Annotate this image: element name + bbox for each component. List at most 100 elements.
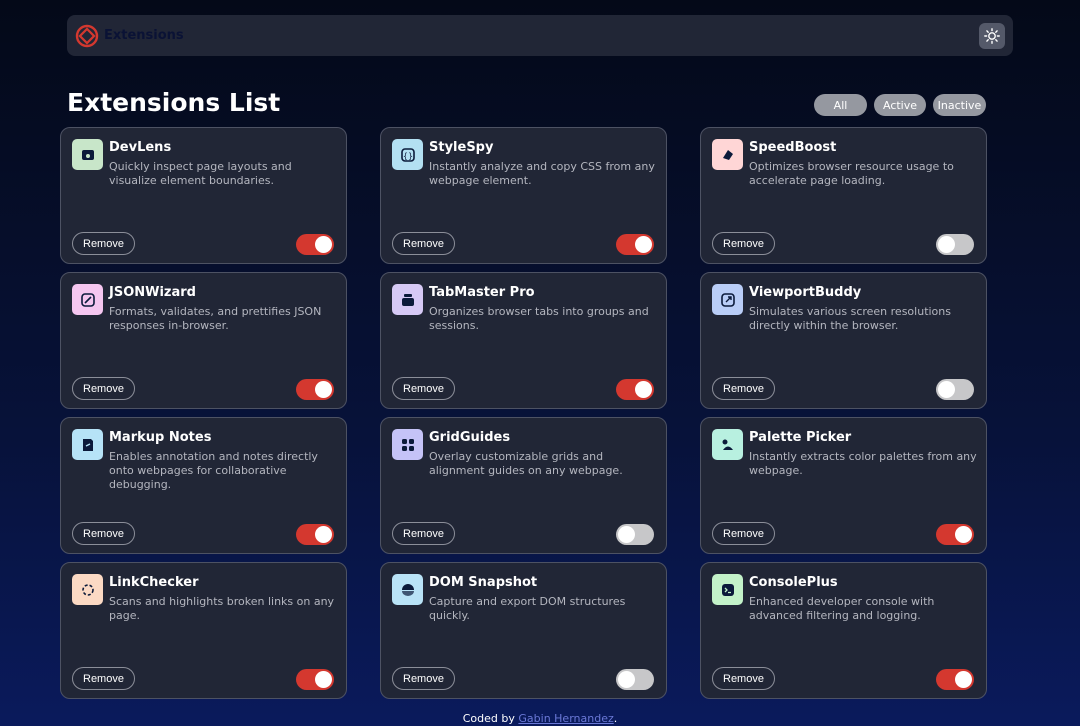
markupnotes-icon [72, 429, 103, 460]
remove-button[interactable]: Remove [712, 667, 775, 690]
consoleplus-icon [712, 574, 743, 605]
extension-description: Optimizes browser resource usage to acce… [749, 160, 954, 187]
domsnapshot-icon [392, 574, 423, 605]
extension-description: Instantly analyze and copy CSS from any … [429, 160, 655, 187]
extension-toggle[interactable] [616, 234, 654, 255]
logo[interactable]: Extensions [75, 24, 184, 48]
toggle-knob [315, 236, 332, 253]
sun-icon [984, 27, 1000, 44]
extension-toggle[interactable] [616, 379, 654, 400]
extension-description: Scans and highlights broken links on any… [109, 595, 335, 622]
remove-button[interactable]: Remove [712, 522, 775, 545]
extension-card: Palette Picker Instantly extracts color … [700, 417, 987, 554]
extension-card: JSONWizard Formats, validates, and prett… [60, 272, 347, 409]
theme-toggle-button[interactable] [979, 22, 1005, 49]
extension-name: Markup Notes [109, 430, 212, 445]
toggle-knob [315, 671, 332, 688]
extension-description: Simulates various screen resolutions dir… [749, 305, 951, 332]
extension-name: DOM Snapshot [429, 575, 538, 590]
extension-description: Quickly inspect page layouts and visuali… [109, 160, 292, 187]
filter-group: All Active Inactive [814, 94, 986, 116]
viewportbuddy-icon [712, 284, 743, 315]
gridguides-icon [392, 429, 423, 460]
extension-toggle[interactable] [296, 234, 334, 255]
extension-description: Organizes browser tabs into groups and s… [429, 305, 649, 332]
footer-prefix: Coded by [462, 712, 515, 725]
filter-all-button[interactable]: All [814, 94, 867, 116]
speedboost-icon [712, 139, 743, 170]
tabmaster-icon [392, 284, 423, 315]
toggle-knob [635, 381, 652, 398]
remove-button[interactable]: Remove [72, 232, 135, 255]
extension-toggle[interactable] [936, 524, 974, 545]
extension-description: Instantly extracts color palettes from a… [749, 450, 977, 477]
page-title: Extensions List [67, 88, 281, 117]
extension-description: Enhanced developer console with advanced… [749, 595, 935, 622]
extension-toggle[interactable] [616, 669, 654, 690]
extension-toggle[interactable] [936, 234, 974, 255]
extension-card: {} StyleSpy Instantly analyze and copy C… [380, 127, 667, 264]
toggle-knob [315, 526, 332, 543]
remove-button[interactable]: Remove [392, 522, 455, 545]
filter-inactive-button[interactable]: Inactive [933, 94, 986, 116]
extension-description: Formats, validates, and prettifies JSON … [109, 305, 322, 332]
remove-button[interactable]: Remove [392, 232, 455, 255]
toggle-knob [938, 236, 955, 253]
logo-text: Extensions [104, 28, 184, 43]
remove-button[interactable]: Remove [712, 232, 775, 255]
extension-name: ViewportBuddy [749, 285, 862, 300]
extension-name: JSONWizard [109, 285, 196, 300]
linkchecker-icon [72, 574, 103, 605]
extension-name: TabMaster Pro [429, 285, 535, 300]
extension-card: SpeedBoost Optimizes browser resource us… [700, 127, 987, 264]
jsonwizard-icon [72, 284, 103, 315]
extension-description: Overlay customizable grids and alignment… [429, 450, 623, 477]
toggle-knob [938, 381, 955, 398]
stylespy-icon: {} [392, 139, 423, 170]
extension-toggle[interactable] [936, 669, 974, 690]
toggle-knob [955, 671, 972, 688]
remove-button[interactable]: Remove [72, 667, 135, 690]
extension-description: Capture and export DOM structures quickl… [429, 595, 626, 622]
palettepicker-icon [712, 429, 743, 460]
extension-card: DevLens Quickly inspect page layouts and… [60, 127, 347, 264]
extensions-grid: DevLens Quickly inspect page layouts and… [60, 127, 987, 699]
extension-card: DOM Snapshot Capture and export DOM stru… [380, 562, 667, 699]
remove-button[interactable]: Remove [712, 377, 775, 400]
extension-name: StyleSpy [429, 140, 494, 155]
extension-card: ConsolePlus Enhanced developer console w… [700, 562, 987, 699]
extension-name: ConsolePlus [749, 575, 838, 590]
remove-button[interactable]: Remove [392, 377, 455, 400]
toggle-knob [955, 526, 972, 543]
extension-card: LinkChecker Scans and highlights broken … [60, 562, 347, 699]
remove-button[interactable]: Remove [392, 667, 455, 690]
toggle-knob [635, 236, 652, 253]
toggle-knob [618, 526, 635, 543]
extension-name: LinkChecker [109, 575, 199, 590]
footer-suffix: . [613, 712, 618, 725]
footer: Coded by Gabin Hernandez. [0, 712, 1080, 725]
devlens-icon [72, 139, 103, 170]
extension-toggle[interactable] [296, 379, 334, 400]
remove-button[interactable]: Remove [72, 377, 135, 400]
extension-card: GridGuides Overlay customizable grids an… [380, 417, 667, 554]
extension-description: Enables annotation and notes directly on… [109, 450, 318, 491]
extension-name: DevLens [109, 140, 172, 155]
top-bar: Extensions [67, 15, 1013, 56]
extension-name: Palette Picker [749, 430, 852, 445]
svg-text:{}: {} [402, 151, 412, 160]
extension-toggle[interactable] [616, 524, 654, 545]
extension-card: TabMaster Pro Organizes browser tabs int… [380, 272, 667, 409]
extension-card: Markup Notes Enables annotation and note… [60, 417, 347, 554]
extension-toggle[interactable] [936, 379, 974, 400]
remove-button[interactable]: Remove [72, 522, 135, 545]
extension-card: ViewportBuddy Simulates various screen r… [700, 272, 987, 409]
extension-name: SpeedBoost [749, 140, 837, 155]
toggle-knob [315, 381, 332, 398]
extension-toggle[interactable] [296, 524, 334, 545]
filter-active-button[interactable]: Active [874, 94, 926, 116]
extension-name: GridGuides [429, 430, 511, 445]
extension-toggle[interactable] [296, 669, 334, 690]
logo-icon [75, 24, 99, 47]
author-link[interactable]: Gabin Hernandez [518, 712, 613, 725]
